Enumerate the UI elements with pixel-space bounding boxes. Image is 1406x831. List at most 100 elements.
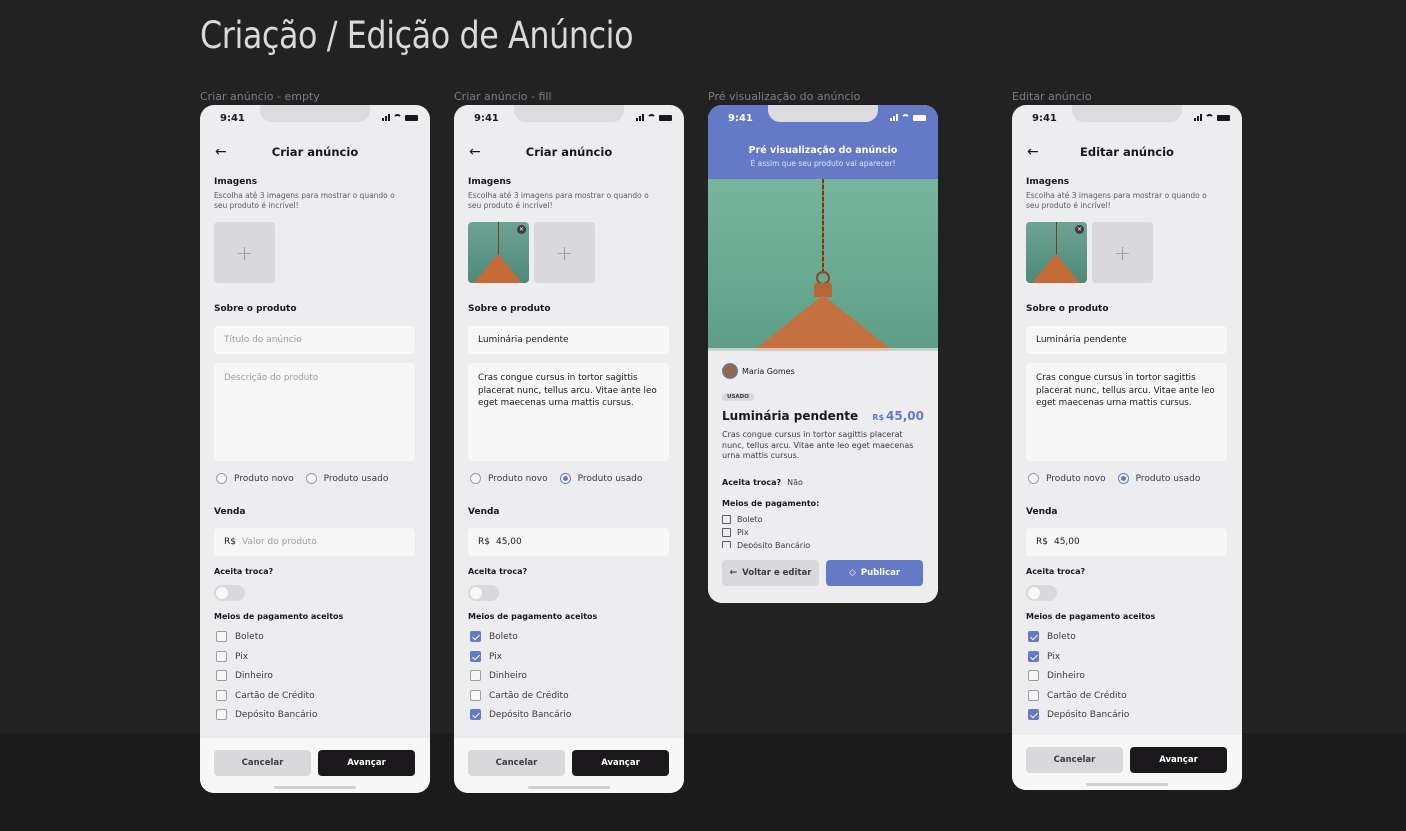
payment-label: Dinheiro [489, 670, 527, 681]
wifi-icon [1205, 114, 1214, 121]
payment-label: Cartão de Crédito [1047, 690, 1127, 701]
checkbox[interactable] [470, 651, 481, 662]
checkbox[interactable] [470, 709, 481, 720]
images-title: Imagens [1026, 177, 1070, 187]
price-input[interactable]: R$ 45,00 [1026, 528, 1227, 556]
sale-title: Venda [468, 507, 500, 517]
checkbox[interactable] [216, 651, 227, 662]
trade-toggle[interactable] [214, 585, 245, 601]
payment-option[interactable]: Cartão de Crédito [216, 690, 315, 701]
radio-used[interactable] [559, 473, 571, 484]
description-input[interactable]: Cras congue cursus in tortor sagittis pl… [468, 363, 669, 461]
frame-label-create-fill: Criar anúncio - fill [454, 90, 552, 103]
radio-used[interactable] [1117, 473, 1129, 484]
checkbox[interactable] [470, 690, 481, 701]
cancel-button[interactable]: Cancelar [1026, 747, 1123, 773]
status-badge: USADO [722, 393, 754, 401]
product-image-thumbnail[interactable]: ✕ [1026, 222, 1087, 283]
publish-label: Publicar [860, 568, 901, 578]
trade-value: Não [787, 478, 803, 487]
condition-radio-group: Produto novo Produto usado [216, 473, 388, 484]
payment-option[interactable]: Boleto [1028, 631, 1076, 642]
preview-footer: ← Voltar e editar ◇ Publicar [708, 548, 938, 603]
back-edit-button[interactable]: ← Voltar e editar [722, 560, 819, 586]
publish-button[interactable]: ◇ Publicar [826, 560, 923, 586]
trade-toggle[interactable] [468, 585, 499, 601]
about-title: Sobre o produto [468, 304, 551, 314]
avatar [722, 363, 738, 379]
currency-prefix: R$ [224, 537, 236, 547]
next-button[interactable]: Avançar [1130, 747, 1227, 773]
back-edit-label: Voltar e editar [742, 568, 812, 578]
payment-option[interactable]: Boleto [470, 631, 518, 642]
radio-new[interactable] [216, 473, 227, 484]
signal-icon [382, 114, 390, 121]
price-placeholder: Valor do produto [241, 537, 317, 547]
payment-option[interactable]: Depósito Bancário [470, 709, 571, 720]
condition-radio-group: Produto novo Produto usado [1028, 473, 1200, 484]
checkbox[interactable] [470, 631, 481, 642]
checkbox[interactable] [470, 670, 481, 681]
carousel-indicator [708, 348, 938, 351]
payment-option[interactable]: Depósito Bancário [216, 709, 317, 720]
description-input[interactable]: Cras congue cursus in tortor sagittis pl… [1026, 363, 1227, 461]
title-input[interactable]: Luminária pendente [468, 326, 669, 354]
next-button[interactable]: Avançar [572, 750, 669, 776]
radio-new[interactable] [1028, 473, 1039, 484]
phone-edit: 9:41 ← Editar anúncio Imagens Escolha at… [1012, 105, 1242, 790]
checkbox[interactable] [216, 690, 227, 701]
condition-radio-group: Produto novo Produto usado [470, 473, 642, 484]
payment-option[interactable]: Pix [1028, 651, 1060, 662]
checkbox[interactable] [1028, 670, 1039, 681]
payment-option[interactable]: Dinheiro [470, 670, 527, 681]
product-image-thumbnail[interactable]: ✕ [468, 222, 529, 283]
radio-new[interactable] [470, 473, 481, 484]
cancel-button[interactable]: Cancelar [214, 750, 311, 776]
payment-option[interactable]: Pix [470, 651, 502, 662]
title-input[interactable]: Luminária pendente [1026, 326, 1227, 354]
checkbox[interactable] [216, 631, 227, 642]
add-image-button[interactable]: + [214, 222, 275, 283]
footer: Cancelar Avançar [454, 738, 684, 793]
status-bar: 9:41 [454, 113, 684, 125]
checkbox[interactable] [1028, 709, 1039, 720]
payment-title: Meios de pagamento aceitos [214, 612, 344, 621]
add-image-button[interactable]: + [1092, 222, 1153, 283]
trade-label: Aceita troca? [722, 478, 782, 487]
checkbox[interactable] [1028, 690, 1039, 701]
trade-toggle[interactable] [1026, 585, 1057, 601]
product-description: Cras congue cursus in tortor sagittis pl… [722, 430, 914, 461]
close-icon[interactable]: ✕ [1075, 225, 1084, 234]
images-subtitle: Escolha até 3 imagens para mostrar o qua… [1026, 191, 1207, 210]
checkbox[interactable] [1028, 651, 1039, 662]
payment-option[interactable]: Pix [216, 651, 248, 662]
currency-prefix: R$ [1036, 537, 1048, 547]
checkbox[interactable] [216, 709, 227, 720]
status-time: 9:41 [474, 113, 499, 124]
add-image-button[interactable]: + [534, 222, 595, 283]
price-input[interactable]: R$ 45,00 [468, 528, 669, 556]
close-icon[interactable]: ✕ [517, 225, 526, 234]
payment-item: Pix [722, 528, 749, 537]
checkbox[interactable] [216, 670, 227, 681]
images-title: Imagens [214, 177, 258, 187]
radio-used[interactable] [305, 473, 317, 484]
radio-new-label: Produto novo [1046, 473, 1106, 484]
payment-option[interactable]: Cartão de Crédito [1028, 690, 1127, 701]
cancel-button[interactable]: Cancelar [468, 750, 565, 776]
payment-option[interactable]: Dinheiro [216, 670, 273, 681]
next-button[interactable]: Avançar [318, 750, 415, 776]
payment-option[interactable]: Cartão de Crédito [470, 690, 569, 701]
payment-option[interactable]: Boleto [216, 631, 264, 642]
images-subtitle: Escolha até 3 imagens para mostrar o qua… [214, 191, 395, 210]
status-time: 9:41 [1032, 113, 1057, 124]
checkbox[interactable] [1028, 631, 1039, 642]
phone-create-fill: 9:41 ← Criar anúncio Imagens Escolha até… [454, 105, 684, 793]
payment-option[interactable]: Dinheiro [1028, 670, 1085, 681]
payment-option[interactable]: Depósito Bancário [1028, 709, 1129, 720]
currency: R$ [872, 413, 885, 422]
description-input[interactable]: Descrição do produto [214, 363, 415, 461]
title-input[interactable]: Título do anúncio [214, 326, 415, 354]
radio-used-label: Produto usado [577, 473, 643, 484]
price-input[interactable]: R$ Valor do produto [214, 528, 415, 556]
